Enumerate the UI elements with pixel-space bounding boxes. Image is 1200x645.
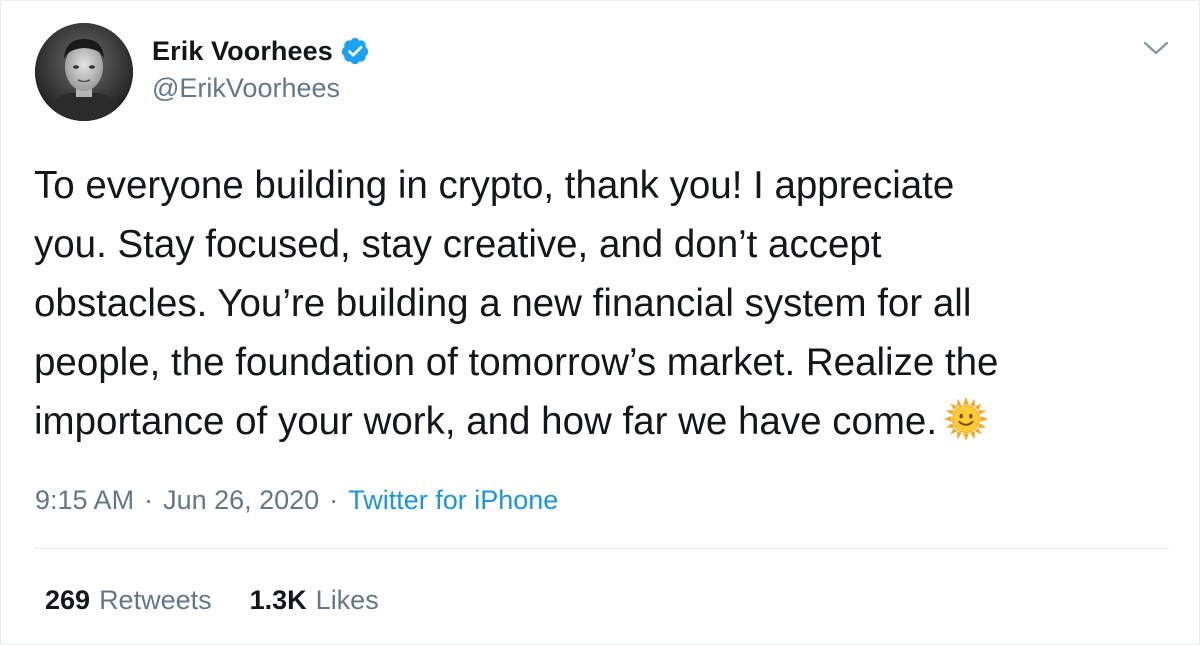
chevron-down-icon [1143,41,1169,55]
retweets-count: 269 [45,584,91,615]
meta-separator: · [144,484,154,515]
tweet-meta: 9:15 AM · Jun 26, 2020 · Twitter for iPh… [35,483,558,517]
more-options-chevron-down-icon[interactable] [1139,31,1173,65]
likes-label: Likes [315,584,379,615]
sun-with-face-icon [944,396,989,442]
tweet-card: Erik Voorhees @ErikVoorhees To everyone … [0,0,1200,645]
likes-count: 1.3K [249,584,307,615]
tweet-date[interactable]: Jun 26, 2020 [163,485,319,516]
author-handle[interactable]: @ErikVoorhees [152,73,340,104]
author-display-name[interactable]: Erik Voorhees [152,36,333,67]
tweet-stats: 269 Retweets 1.3K Likes [45,583,417,617]
avatar-image [35,23,133,121]
tweet-source-link[interactable]: Twitter for iPhone [348,485,558,516]
divider [34,548,1169,549]
avatar[interactable] [35,23,133,121]
verified-badge-icon [341,37,368,65]
retweets-stat[interactable]: 269 Retweets [45,585,212,616]
tweet-line: To everyone building in crypto, thank yo… [34,164,955,207]
tweet-line: people, the foundation of tomorrow’s mar… [34,341,999,384]
author-name-row[interactable]: Erik Voorhees [152,34,370,68]
meta-separator: · [329,484,339,515]
tweet-line: you. Stay focused, stay creative, and do… [34,223,882,266]
retweets-label: Retweets [99,584,212,615]
tweet-time[interactable]: 9:15 AM [35,485,134,516]
tweet-line: obstacles. You’re building a new financi… [34,282,972,325]
likes-stat[interactable]: 1.3K Likes [250,585,379,616]
tweet-line: importance of your work, and how far we … [34,400,938,443]
tweet-text: To everyone building in crypto, thank yo… [34,156,1174,451]
